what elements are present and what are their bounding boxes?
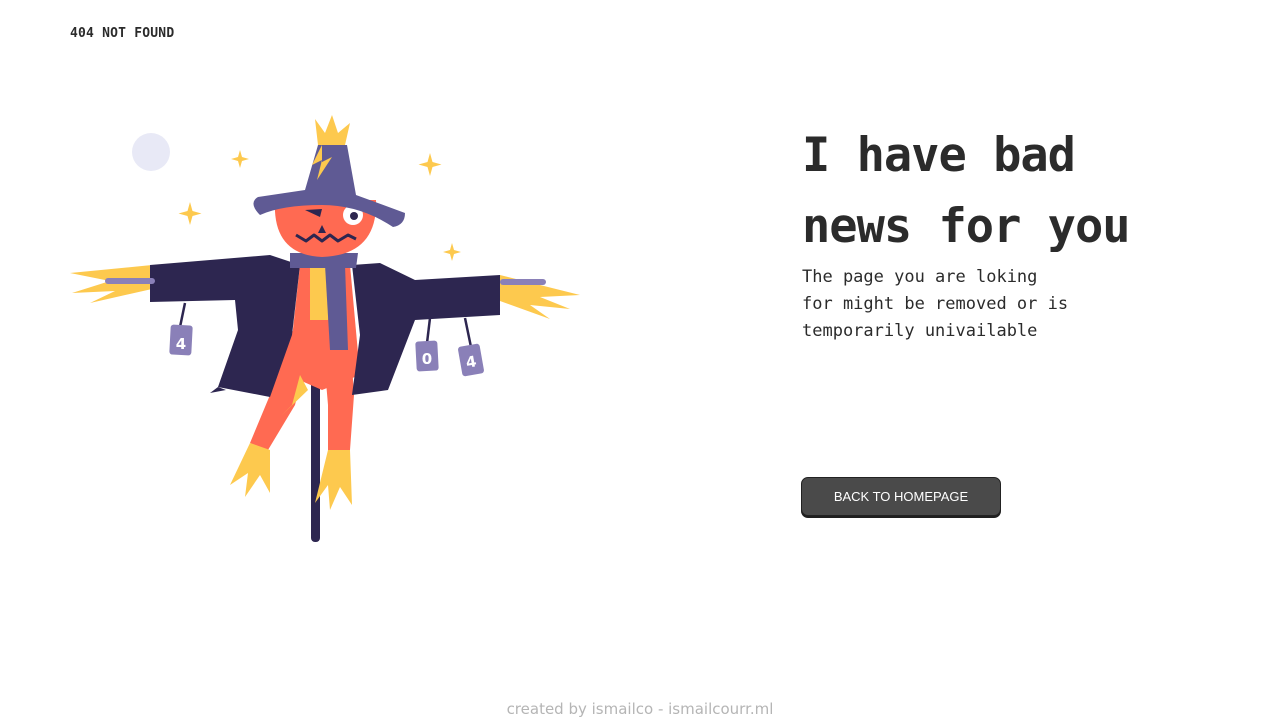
can-label: 0 bbox=[422, 350, 432, 368]
page-label: 404 NOT FOUND bbox=[70, 26, 175, 41]
error-content: I have bad news for you The page you are… bbox=[802, 120, 1222, 345]
moon-icon bbox=[132, 133, 170, 171]
error-message: The page you are loking for might be rem… bbox=[802, 267, 1069, 341]
can-label: 4 bbox=[176, 335, 186, 353]
page-headline: I have bad news for you bbox=[802, 128, 1131, 254]
scarecrow-illustration: 4 0 4 bbox=[60, 105, 600, 555]
back-to-homepage-button[interactable]: BACK TO HOMEPAGE bbox=[801, 477, 1001, 516]
footer-credit: created by ismailco - ismailcourr.ml bbox=[506, 700, 774, 718]
